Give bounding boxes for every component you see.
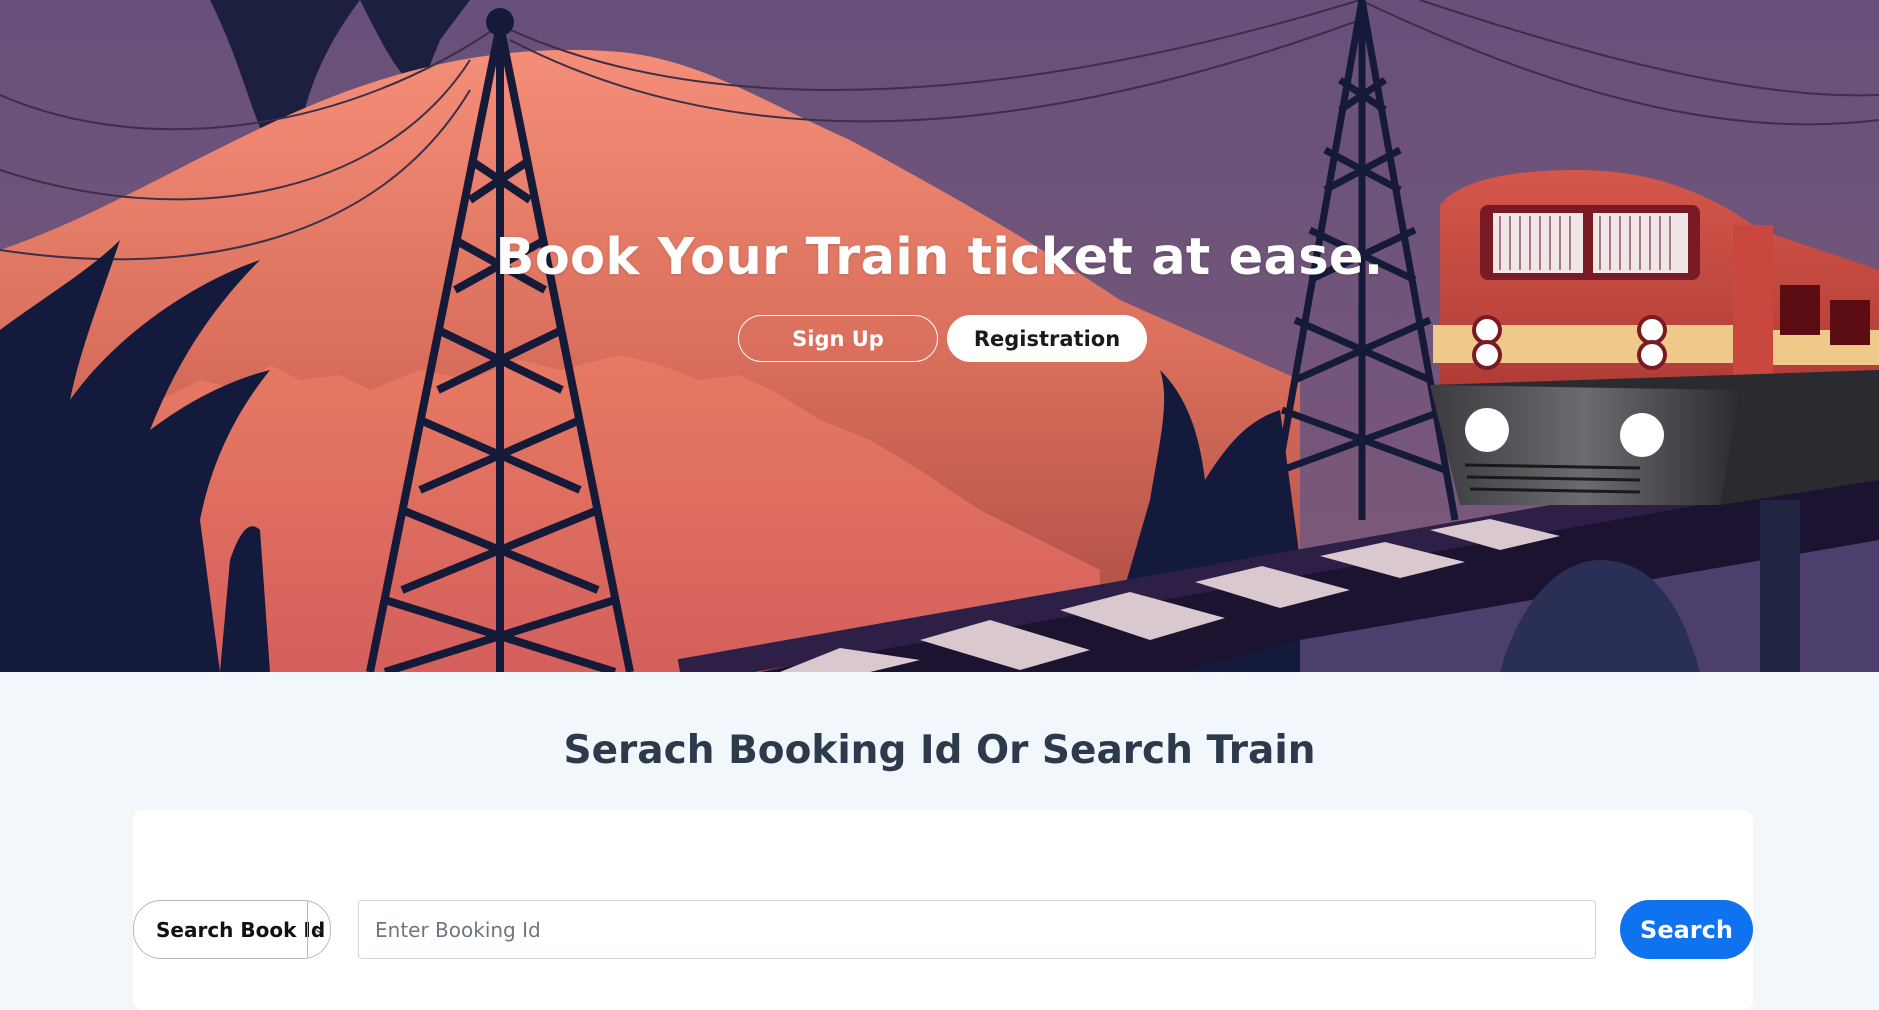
- sign-up-button[interactable]: Sign Up: [738, 315, 938, 362]
- hero-illustration: [0, 0, 1879, 672]
- search-section-title: Serach Booking Id Or Search Train: [563, 728, 1316, 773]
- hero-banner: Book Your Train ticket at ease. Sign Up …: [0, 0, 1879, 672]
- registration-button[interactable]: Registration: [947, 315, 1147, 362]
- search-button[interactable]: Search: [1620, 900, 1753, 959]
- search-mode-selected-value: Search Book Id: [156, 917, 326, 942]
- search-mode-select[interactable]: Search Book Id ⌄: [133, 900, 331, 959]
- hero-title: Book Your Train ticket at ease.: [495, 228, 1384, 287]
- chevron-down-icon[interactable]: ⌄: [307, 901, 330, 957]
- booking-id-input[interactable]: [358, 900, 1596, 959]
